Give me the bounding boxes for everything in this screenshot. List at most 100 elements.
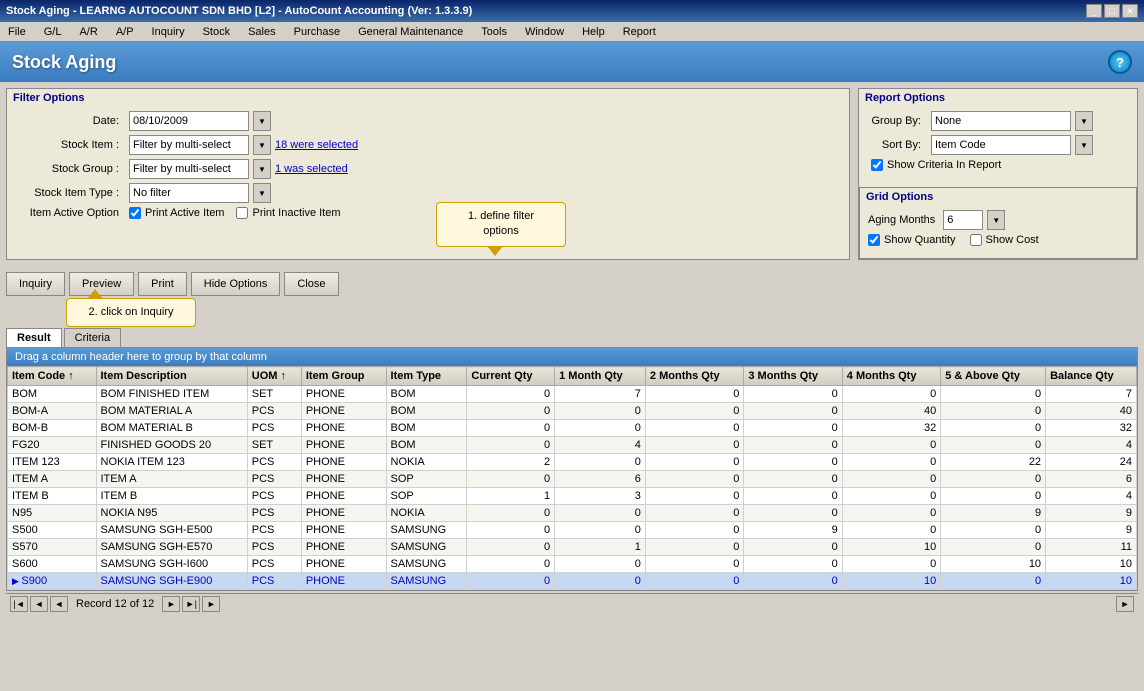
table-row[interactable]: S500SAMSUNG SGH-E500PCSPHONESAMSUNG00090… <box>8 522 1137 539</box>
print-inactive-checkbox[interactable] <box>236 207 248 219</box>
show-criteria-label: Show Criteria In Report <box>887 159 1001 171</box>
nav-add-btn[interactable]: ► <box>202 596 220 612</box>
stock-item-type-combo-btn[interactable]: ▼ <box>253 183 271 203</box>
menu-help[interactable]: Help <box>578 25 609 39</box>
date-label: Date: <box>15 115 125 127</box>
close-button[interactable]: Close <box>284 272 338 296</box>
print-inactive-checkbox-row[interactable]: Print Inactive Item <box>236 207 340 219</box>
help-button[interactable]: ? <box>1108 50 1132 74</box>
table-row[interactable]: ITEM 123NOKIA ITEM 123PCSPHONENOKIA20000… <box>8 454 1137 471</box>
table-row[interactable]: BOMBOM FINISHED ITEMSETPHONEBOM0700007 <box>8 386 1137 403</box>
aging-months-input[interactable] <box>943 210 983 230</box>
stock-item-label: Stock Item : <box>15 139 125 151</box>
callout-define-filter: 1. define filter options <box>436 202 566 247</box>
nav-last-btn[interactable]: ►| <box>182 596 200 612</box>
date-input[interactable] <box>129 111 249 131</box>
menu-inquiry[interactable]: Inquiry <box>148 25 189 39</box>
col-5-above-qty[interactable]: 5 & Above Qty <box>941 367 1046 386</box>
col-item-type[interactable]: Item Type <box>386 367 467 386</box>
print-active-checkbox[interactable] <box>129 207 141 219</box>
nav-next-btn[interactable]: ► <box>162 596 180 612</box>
group-by-combo-btn[interactable]: ▼ <box>1075 111 1093 131</box>
drag-header: Drag a column header here to group by th… <box>7 348 1137 366</box>
menu-purchase[interactable]: Purchase <box>290 25 344 39</box>
col-balance-qty[interactable]: Balance Qty <box>1046 367 1137 386</box>
col-4-months-qty[interactable]: 4 Months Qty <box>842 367 940 386</box>
show-quantity-checkbox-row[interactable]: Show Quantity <box>868 234 956 246</box>
stock-item-input[interactable] <box>129 135 249 155</box>
filter-options-panel: Filter Options Date: ▼ Stock Item : ▼ 18… <box>6 88 850 260</box>
table-row[interactable]: N95NOKIA N95PCSPHONENOKIA0000099 <box>8 505 1137 522</box>
menu-gl[interactable]: G/L <box>40 25 66 39</box>
hide-options-button[interactable]: Hide Options <box>191 272 281 296</box>
table-row[interactable]: S600SAMSUNG SGH-I600PCSPHONESAMSUNG00000… <box>8 556 1137 573</box>
stock-group-link[interactable]: 1 was selected <box>275 163 348 175</box>
window-controls[interactable]: _ □ ✕ <box>1086 4 1138 18</box>
menu-report[interactable]: Report <box>619 25 660 39</box>
show-criteria-checkbox-row[interactable]: Show Criteria In Report <box>871 159 1001 171</box>
col-item-description[interactable]: Item Description <box>96 367 247 386</box>
close-window-btn[interactable]: ✕ <box>1122 4 1138 18</box>
table-row[interactable]: BOM-BBOM MATERIAL BPCSPHONEBOM000032032 <box>8 420 1137 437</box>
tabs-row: Result Criteria <box>6 328 1138 347</box>
stock-item-combo-btn[interactable]: ▼ <box>253 135 271 155</box>
menu-ap[interactable]: A/P <box>112 25 138 39</box>
show-quantity-checkbox[interactable] <box>868 234 880 246</box>
col-uom[interactable]: UOM ↑ <box>247 367 301 386</box>
scroll-right-btn[interactable]: ► <box>1116 596 1134 612</box>
table-row[interactable]: FG20FINISHED GOODS 20SETPHONEBOM0400004 <box>8 437 1137 454</box>
col-item-group[interactable]: Item Group <box>301 367 386 386</box>
maximize-btn[interactable]: □ <box>1104 4 1120 18</box>
menu-file[interactable]: File <box>4 25 30 39</box>
menu-ar[interactable]: A/R <box>75 25 101 39</box>
inquiry-button[interactable]: Inquiry <box>6 272 65 296</box>
tab-criteria[interactable]: Criteria <box>64 328 121 347</box>
stock-item-type-input[interactable] <box>129 183 249 203</box>
data-table: Item Code ↑ Item Description UOM ↑ Item … <box>7 366 1137 590</box>
window-title: Stock Aging - LEARNG AUTOCOUNT SDN BHD [… <box>6 5 472 17</box>
show-cost-checkbox-row[interactable]: Show Cost <box>970 234 1039 246</box>
nav-first-btn[interactable]: |◄ <box>10 596 28 612</box>
nav-back-btn[interactable]: ◄ <box>50 596 68 612</box>
menu-stock[interactable]: Stock <box>199 25 235 39</box>
report-options-panel: Report Options Group By: ▼ Sort By: ▼ Sh… <box>858 88 1138 260</box>
date-picker-btn[interactable]: ▼ <box>253 111 271 131</box>
col-2-months-qty[interactable]: 2 Months Qty <box>645 367 743 386</box>
tab-result[interactable]: Result <box>6 328 62 347</box>
stock-group-input[interactable] <box>129 159 249 179</box>
main-content: Filter Options Date: ▼ Stock Item : ▼ 18… <box>0 82 1144 620</box>
menu-general-maintenance[interactable]: General Maintenance <box>354 25 467 39</box>
print-button[interactable]: Print <box>138 272 187 296</box>
page-title: Stock Aging <box>12 52 116 73</box>
record-text: Record 12 of 12 <box>76 598 154 610</box>
show-cost-checkbox[interactable] <box>970 234 982 246</box>
minimize-btn[interactable]: _ <box>1086 4 1102 18</box>
stock-group-combo-btn[interactable]: ▼ <box>253 159 271 179</box>
col-1-month-qty[interactable]: 1 Month Qty <box>555 367 646 386</box>
nav-prev-btn[interactable]: ◄ <box>30 596 48 612</box>
print-inactive-label: Print Inactive Item <box>252 207 340 219</box>
menu-sales[interactable]: Sales <box>244 25 280 39</box>
menu-window[interactable]: Window <box>521 25 568 39</box>
stock-item-type-label: Stock Item Type : <box>15 187 125 199</box>
group-by-input[interactable] <box>931 111 1071 131</box>
menu-bar: File G/L A/R A/P Inquiry Stock Sales Pur… <box>0 22 1144 42</box>
table-row[interactable]: BOM-ABOM MATERIAL APCSPHONEBOM000040040 <box>8 403 1137 420</box>
table-row[interactable]: ITEM BITEM BPCSPHONESOP1300004 <box>8 488 1137 505</box>
item-active-label: Item Active Option <box>15 207 125 219</box>
col-item-code[interactable]: Item Code ↑ <box>8 367 97 386</box>
aging-months-combo-btn[interactable]: ▼ <box>987 210 1005 230</box>
table-row[interactable]: ITEM AITEM APCSPHONESOP0600006 <box>8 471 1137 488</box>
stock-group-label: Stock Group : <box>15 163 125 175</box>
print-active-checkbox-row[interactable]: Print Active Item <box>129 207 224 219</box>
sort-by-combo-btn[interactable]: ▼ <box>1075 135 1093 155</box>
col-3-months-qty[interactable]: 3 Months Qty <box>744 367 842 386</box>
col-current-qty[interactable]: Current Qty <box>467 367 555 386</box>
stock-item-link[interactable]: 18 were selected <box>275 139 358 151</box>
table-row[interactable]: S570SAMSUNG SGH-E570PCSPHONESAMSUNG01001… <box>8 539 1137 556</box>
sort-by-input[interactable] <box>931 135 1071 155</box>
table-row[interactable]: ▶ S900SAMSUNG SGH-E900PCSPHONESAMSUNG000… <box>8 573 1137 590</box>
menu-tools[interactable]: Tools <box>477 25 511 39</box>
show-criteria-checkbox[interactable] <box>871 159 883 171</box>
report-options-title: Report Options <box>859 89 1137 107</box>
